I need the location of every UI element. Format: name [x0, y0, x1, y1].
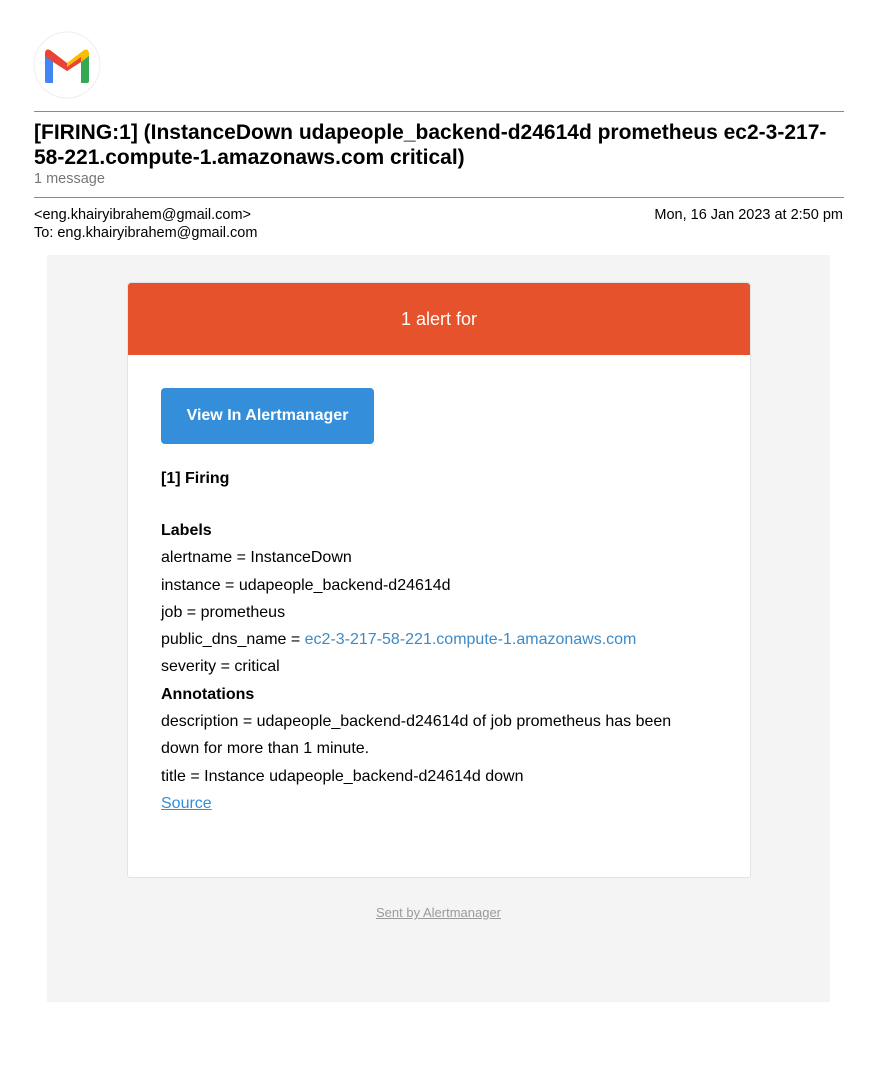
meta-divider	[34, 197, 844, 198]
label-instance: instance = udapeople_backend-d24614d	[161, 576, 451, 594]
annotation-title: title = Instance udapeople_backend-d2461…	[161, 767, 524, 785]
annotation-description-line2: down for more than 1 minute.	[161, 740, 370, 758]
labels-heading: Labels	[161, 522, 212, 539]
email-date: Mon, 16 Jan 2023 at 2:50 pm	[654, 207, 843, 223]
sender-address: <eng.khairyibrahem@gmail.com>	[34, 207, 252, 223]
firing-title: [1] Firing	[161, 470, 230, 487]
message-count: 1 message	[34, 171, 105, 187]
recipient-address: To: eng.khairyibrahem@gmail.com	[34, 225, 258, 241]
alert-card: 1 alert for View In Alertmanager [1] Fir…	[127, 282, 751, 878]
alert-details: [1] Firing Labels alertname = InstanceDo…	[161, 467, 731, 817]
source-link[interactable]: Source	[161, 795, 212, 812]
sent-by-alertmanager-link[interactable]: Sent by Alertmanager	[376, 905, 501, 920]
public-dns-link[interactable]: ec2-3-217-58-221.compute-1.amazonaws.com	[305, 631, 637, 648]
annotation-description-line1: description = udapeople_backend-d24614d …	[161, 713, 672, 731]
email-subject: [FIRING:1] (InstanceDown udapeople_backe…	[34, 121, 827, 169]
alert-header: 1 alert for	[128, 283, 750, 355]
header-divider	[34, 111, 844, 112]
gmail-logo-icon	[33, 31, 101, 99]
label-severity: severity = critical	[161, 658, 280, 676]
view-in-alertmanager-button[interactable]: View In Alertmanager	[161, 388, 374, 444]
annotations-heading: Annotations	[161, 685, 255, 703]
email-body: 1 alert for View In Alertmanager [1] Fir…	[47, 255, 830, 1002]
label-job: job = prometheus	[161, 603, 286, 621]
label-public-dns-name: public_dns_name = ec2-3-217-58-221.compu…	[161, 626, 731, 653]
public-dns-label: public_dns_name =	[161, 631, 305, 649]
footer: Sent by Alertmanager	[47, 905, 830, 920]
label-alertname: alertname = InstanceDown	[161, 549, 352, 567]
